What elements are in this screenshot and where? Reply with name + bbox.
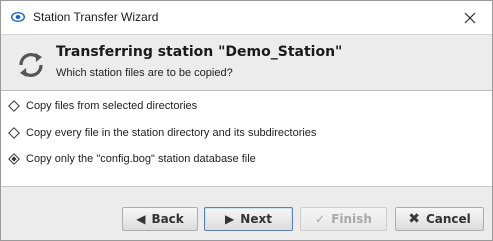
option-label: Copy files from selected directories <box>26 100 198 112</box>
radio-diamond-icon[interactable] <box>8 127 20 139</box>
radio-diamond-selected-icon[interactable] <box>8 153 20 165</box>
cancel-x-icon: ✖ <box>408 211 420 227</box>
button-bar: ◀ Back ▶ Next ✓ Finish ✖ Cancel <box>1 186 492 240</box>
close-icon <box>464 12 476 23</box>
arrow-right-icon: ▶ <box>225 212 235 226</box>
option-label: Copy every file in the station directory… <box>26 127 317 139</box>
option-copy-selected-dirs[interactable]: Copy files from selected directories <box>8 96 197 116</box>
window-title: Station Transfer Wizard <box>33 10 159 24</box>
option-copy-config-bog[interactable]: Copy only the "config.bog" station datab… <box>8 149 256 169</box>
back-button[interactable]: ◀ Back <box>122 207 198 231</box>
wizard-dialog: Station Transfer Wizard Transferring sta… <box>0 0 493 241</box>
wizard-title: Transferring station "Demo_Station" <box>56 44 343 60</box>
option-copy-every-file[interactable]: Copy every file in the station directory… <box>8 123 316 143</box>
finish-button[interactable]: ✓ Finish <box>300 207 387 231</box>
checkmark-icon: ✓ <box>315 212 326 226</box>
close-button[interactable] <box>448 1 492 34</box>
niagara-app-icon <box>11 12 25 22</box>
wizard-header: Transferring station "Demo_Station" Whic… <box>1 34 492 91</box>
arrow-left-icon: ◀ <box>136 212 146 226</box>
wizard-subtitle: Which station files are to be copied? <box>56 67 233 79</box>
title-bar: Station Transfer Wizard <box>1 1 492 34</box>
copy-options-group: Copy files from selected directories Cop… <box>1 90 492 183</box>
radio-diamond-icon[interactable] <box>8 100 20 112</box>
refresh-icon <box>19 53 43 77</box>
next-button[interactable]: ▶ Next <box>204 207 293 231</box>
cancel-button[interactable]: ✖ Cancel <box>395 207 484 231</box>
option-label: Copy only the "config.bog" station datab… <box>26 153 256 165</box>
